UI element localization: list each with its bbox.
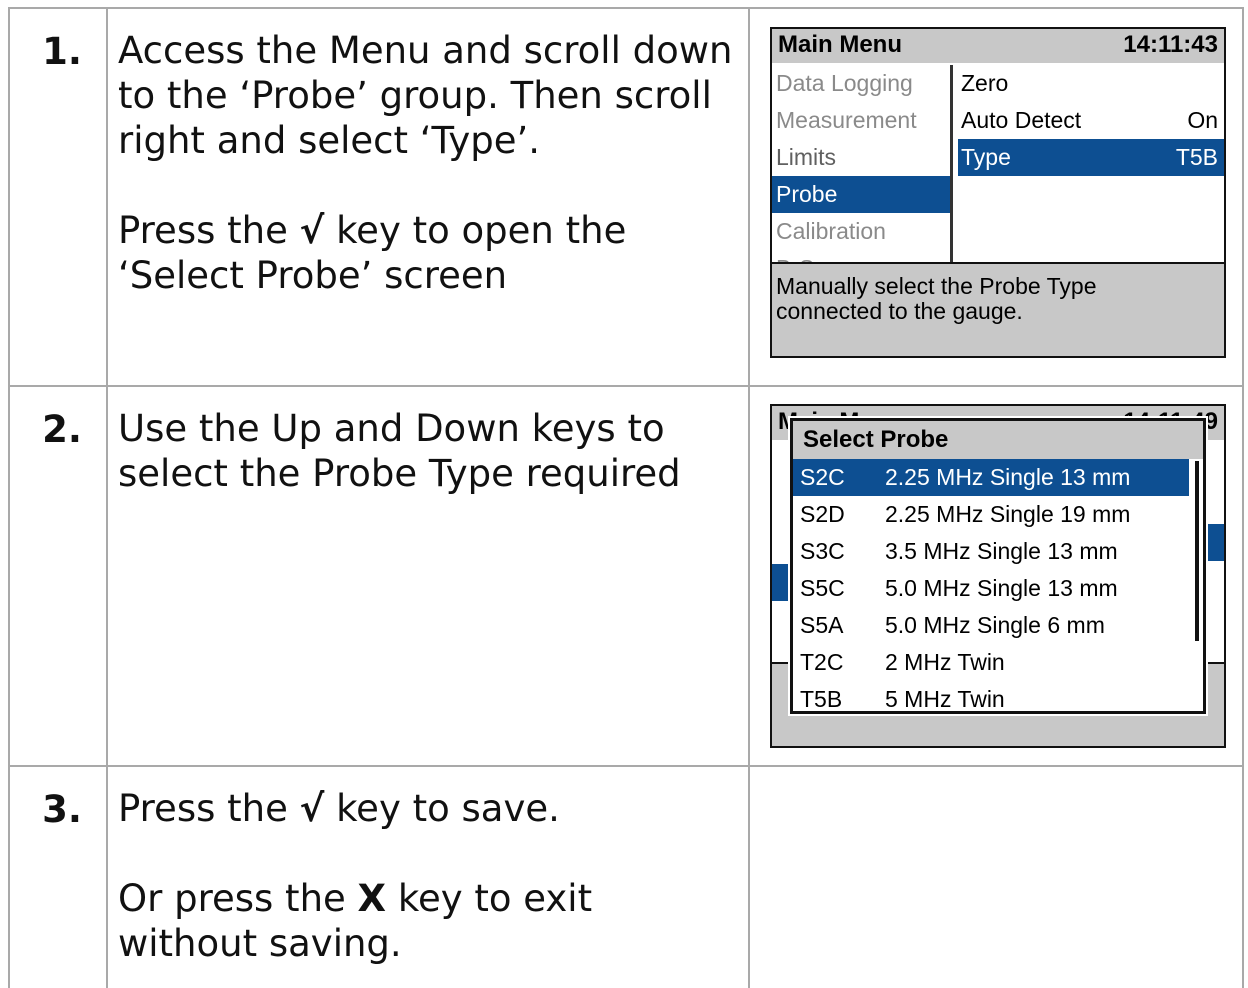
menu-group-data-logging[interactable]: Data Logging	[772, 65, 950, 102]
probe-code: S2C	[800, 464, 845, 490]
probe-code: S5A	[800, 612, 844, 638]
step-2-instruction: Use the Up and Down keys to select the P…	[118, 407, 681, 495]
x-key-icon: X	[357, 877, 387, 920]
check-key-icon: √	[299, 787, 325, 830]
check-key-icon: √	[299, 209, 325, 252]
probe-description: 2.25 MHz Single 13 mm	[885, 464, 1131, 490]
step-3-save-instruction: Press the √ key to save.	[118, 786, 738, 831]
probe-option-s2c[interactable]: S2C 2.25 MHz Single 13 mm	[793, 459, 1189, 496]
screen-title-bar: Main Menu 14:11:43	[772, 29, 1224, 63]
help-text-line-1: Manually select the Probe Type	[776, 273, 1097, 299]
menu-group-measurement[interactable]: Measurement	[772, 102, 950, 139]
probe-code: S2D	[800, 501, 845, 527]
screen-clock: 14:11:43	[1123, 31, 1218, 58]
probe-option-s5a[interactable]: S5A 5.0 MHz Single 6 mm	[793, 607, 1189, 644]
table-row-divider-1	[8, 385, 1244, 387]
background-right-selection-fragment	[1208, 524, 1224, 561]
table-right-border	[1242, 7, 1244, 988]
step-number-2: 2.	[42, 408, 82, 451]
table-col-divider-2	[748, 7, 750, 988]
probe-code: S5C	[800, 575, 845, 601]
step-1-key-instruction: Press the √ key to open the ‘Select Prob…	[118, 208, 738, 298]
probe-description: 5 MHz Twin	[885, 686, 1005, 712]
probe-code: S3C	[800, 538, 845, 564]
probe-description: 2.25 MHz Single 19 mm	[885, 501, 1131, 527]
menu-group-calibration[interactable]: Calibration	[772, 213, 950, 250]
menu-item-list: Zero Auto Detect On Type T5B	[958, 65, 1224, 176]
menu-group-list: Data Logging Measurement Limits Probe Ca…	[772, 65, 950, 287]
probe-option-s2d[interactable]: S2D 2.25 MHz Single 19 mm	[793, 496, 1189, 533]
select-probe-dialog: Select Probe S2C 2.25 MHz Single 13 mm S…	[790, 418, 1206, 714]
probe-option-t2c[interactable]: T2C 2 MHz Twin	[793, 644, 1189, 681]
help-text-line-2: connected to the gauge.	[776, 298, 1023, 324]
probe-description: 5.0 MHz Single 13 mm	[885, 575, 1118, 601]
table-left-border	[8, 7, 10, 988]
probe-code: T5B	[800, 686, 843, 712]
menu-group-probe[interactable]: Probe	[772, 176, 950, 213]
device-screen-main-menu: Main Menu 14:11:43 Data Logging Measurem…	[770, 27, 1226, 358]
step-3-text-after: key to save.	[324, 787, 560, 830]
table-col-divider-1	[106, 7, 108, 988]
menu-item-label: Auto Detect	[961, 107, 1082, 133]
dialog-title: Select Probe	[793, 421, 1203, 459]
probe-description: 3.5 MHz Single 13 mm	[885, 538, 1118, 564]
menu-item-zero[interactable]: Zero	[958, 65, 1224, 102]
table-top-border	[8, 7, 1244, 9]
menu-item-value: On	[1187, 107, 1218, 133]
probe-description: 2 MHz Twin	[885, 649, 1005, 675]
menu-item-label: Type	[961, 144, 1011, 170]
probe-description: 5.0 MHz Single 6 mm	[885, 612, 1105, 638]
probe-option-t5b[interactable]: T5B 5 MHz Twin	[793, 681, 1189, 718]
menu-scrollbar	[950, 65, 953, 281]
menu-item-auto-detect[interactable]: Auto Detect On	[958, 102, 1224, 139]
menu-item-value: T5B	[1175, 144, 1218, 170]
step-3-exit-instruction: Or press the X key to exit without savin…	[118, 876, 678, 966]
step-3-exit-before: Or press the	[118, 877, 358, 920]
screen-title: Main Menu	[778, 31, 902, 58]
step-1-instruction: Access the Menu and scroll down to the ‘…	[118, 29, 733, 162]
step-number-3: 3.	[42, 788, 82, 831]
step-number-1: 1.	[42, 30, 82, 73]
step-3-text-before: Press the	[118, 787, 300, 830]
table-row-divider-2	[8, 765, 1244, 767]
menu-item-type[interactable]: Type T5B	[958, 139, 1224, 176]
help-text-bar: Manually select the Probe Type connected…	[772, 262, 1224, 356]
probe-code: T2C	[800, 649, 844, 675]
background-selection-fragment	[772, 564, 788, 601]
probe-option-s5c[interactable]: S5C 5.0 MHz Single 13 mm	[793, 570, 1189, 607]
device-screen-select-probe: Main Menu 14:11:49 Select Probe S2C 2.25…	[770, 404, 1226, 748]
step-1-text-before: Press the	[118, 209, 300, 252]
menu-group-limits[interactable]: Limits	[772, 139, 950, 176]
dialog-scrollbar[interactable]	[1195, 461, 1199, 641]
menu-item-label: Zero	[961, 70, 1009, 96]
probe-option-s3c[interactable]: S3C 3.5 MHz Single 13 mm	[793, 533, 1189, 570]
